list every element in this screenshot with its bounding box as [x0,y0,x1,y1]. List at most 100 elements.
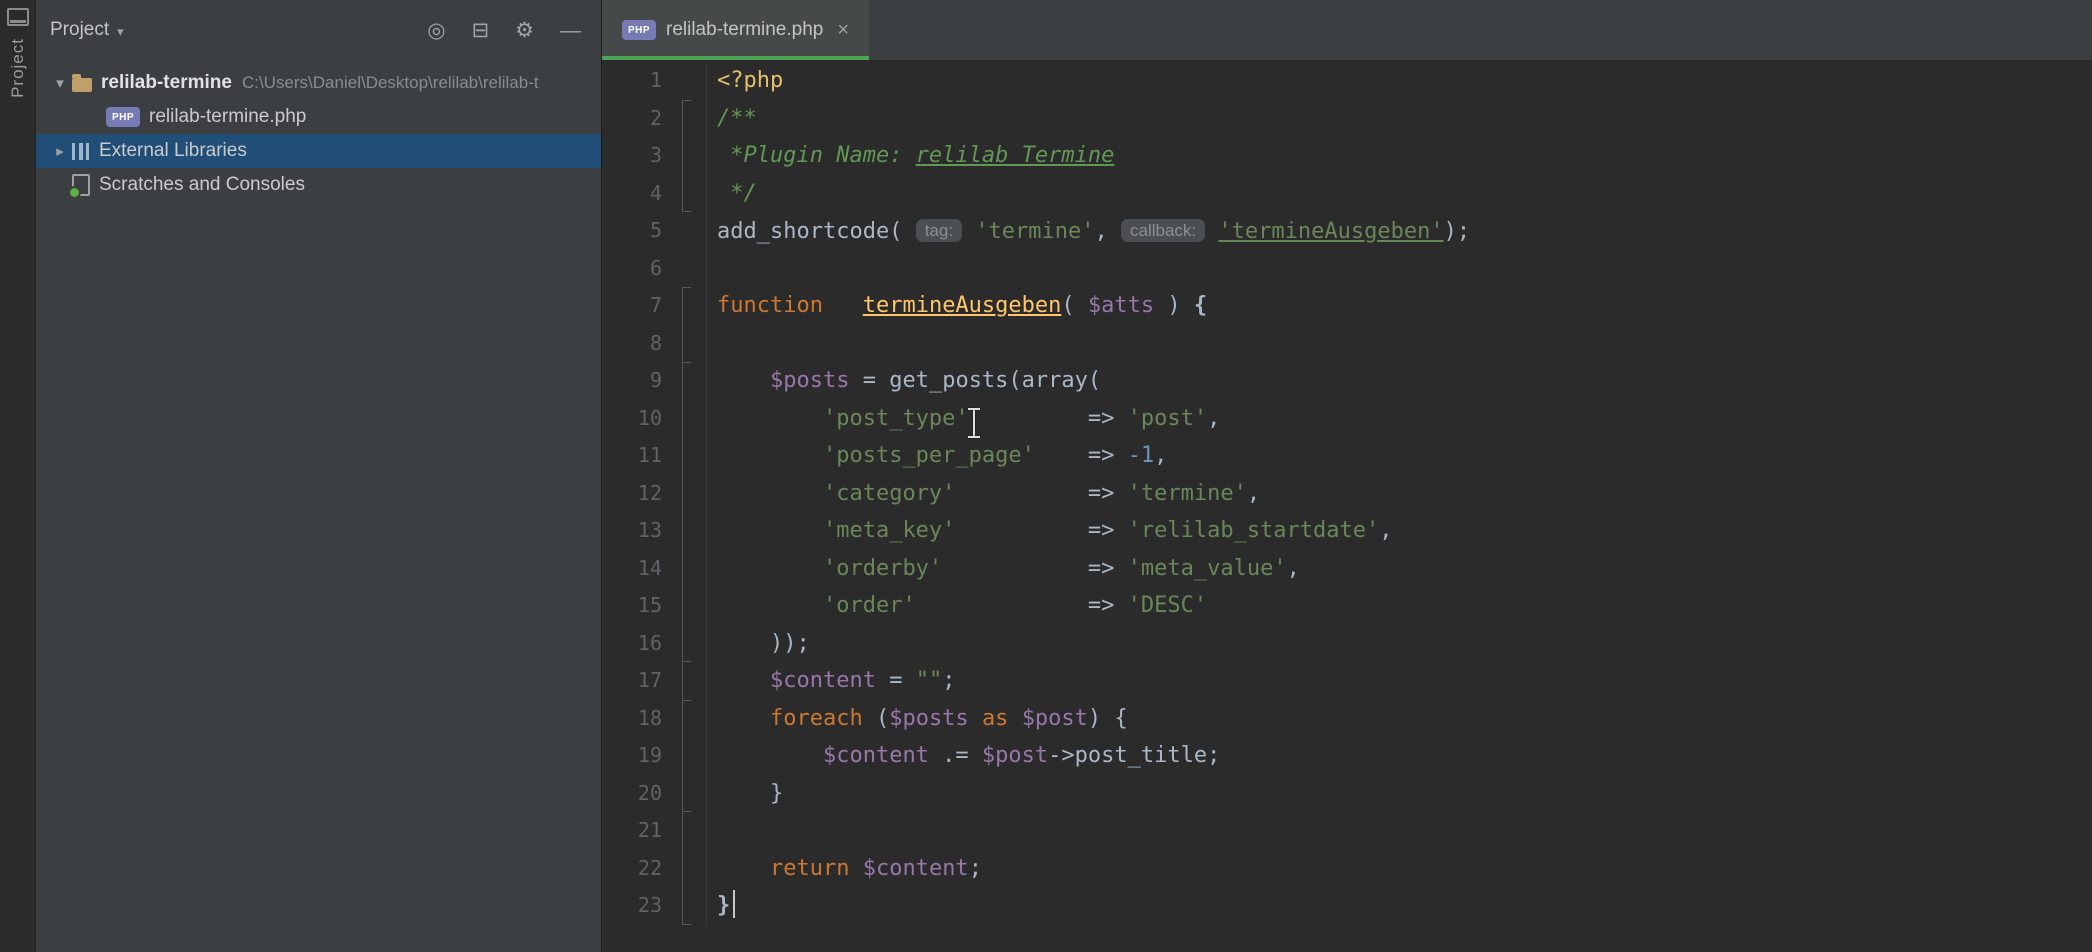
tab-label: relilab-termine.php [666,19,823,41]
line-number: 17 [602,662,662,700]
code-token [717,406,823,431]
project-panel-toolbar: ◎ ⊟ ⚙ — [427,20,581,41]
code-text[interactable] [707,250,717,288]
code-token: , [1379,518,1392,543]
code-token: , [1287,556,1300,581]
fold-marker[interactable] [662,287,707,325]
code-text[interactable]: $posts = get_posts(array( [707,362,1101,400]
tree-item-path: C:\Users\Daniel\Desktop\relilab\relilab-… [242,73,539,93]
tree-item-label: relilab-termine [101,72,232,94]
code-line: 16 )); [602,625,2092,663]
line-number: 19 [602,737,662,775]
code-text[interactable]: )); [707,625,810,663]
fold-marker [662,512,707,550]
fold-marker [662,812,707,850]
code-token: tag: [916,219,962,242]
code-editor[interactable]: 1<?php2/**3 *Plugin Name: relilab Termin… [602,60,2092,952]
code-text[interactable]: *Plugin Name: relilab Termine [707,137,1114,175]
fold-marker[interactable] [662,887,707,925]
code-token: 'termine' [1128,481,1247,506]
code-token [717,668,770,693]
tree-item-relilab-termine[interactable]: ▾ relilab-termine C:\Users\Daniel\Desktop\… [36,66,601,100]
tab-relilab-termine-php[interactable]: PHP relilab-termine.php × [602,0,869,60]
code-token: Plugin Name: [744,143,916,168]
code-text[interactable]: foreach ($posts as $post) { [707,700,1128,738]
line-number: 10 [602,400,662,438]
code-token: => [955,518,1127,543]
code-text[interactable]: 'post_type' => 'post', [707,400,1220,438]
line-number: 12 [602,475,662,513]
line-number: 7 [602,287,662,325]
chevron-down-icon[interactable]: ▾ [48,74,72,92]
code-token: $content [770,668,876,693]
code-token: foreach [770,706,863,731]
code-text[interactable]: 'order' => 'DESC' [707,587,1207,625]
code-text[interactable]: $content = ""; [707,662,955,700]
code-line: 19 $content .= $post->post_title; [602,737,2092,775]
code-text[interactable]: } [707,775,783,813]
tree-item-scratches-and-consoles[interactable]: Scratches and Consoles [36,168,601,202]
fold-marker[interactable] [662,700,707,738]
code-token [717,443,823,468]
code-line: 4 */ [602,175,2092,213]
code-token: , [1095,219,1122,244]
code-text[interactable]: */ [707,175,757,213]
code-token: get_posts(array( [889,368,1101,393]
code-token: 'termineAusgeben' [1218,219,1443,244]
code-token: add_shortcode( [717,219,916,244]
code-text[interactable]: 'meta_key' => 'relilab_startdate', [707,512,1393,550]
code-token: <?php [717,68,783,93]
code-text[interactable]: $content .= $post->post_title; [707,737,1220,775]
code-text[interactable]: 'posts_per_page' => -1, [707,437,1167,475]
tree-item-relilab-termine-php[interactable]: PHPrelilab-termine.php [36,100,601,134]
line-number: 9 [602,362,662,400]
fold-marker[interactable] [662,775,707,813]
code-area: 1<?php2/**3 *Plugin Name: relilab Termin… [602,62,2092,925]
chevron-right-icon[interactable]: ▸ [48,142,72,160]
code-text[interactable]: 'orderby' => 'meta_value', [707,550,1300,588]
code-text[interactable]: 'category' => 'termine', [707,475,1260,513]
chevron-down-icon[interactable]: ▾ [117,24,124,40]
code-token [1205,219,1218,244]
collapse-all-icon[interactable]: ⊟ [472,20,490,41]
code-text[interactable]: } [707,887,735,925]
settings-gear-icon[interactable]: ⚙ [515,20,534,41]
fold-marker [662,587,707,625]
code-token: 'relilab_startdate' [1128,518,1380,543]
code-line: 15 'order' => 'DESC' [602,587,2092,625]
code-token: => [942,556,1127,581]
code-token: ; [942,668,955,693]
project-stripe-button[interactable]: Project [8,38,28,98]
fold-marker[interactable] [662,625,707,663]
code-text[interactable]: function termineAusgeben( $atts ) { [707,287,1207,325]
editor-tab-bar: PHP relilab-termine.php × [602,0,2092,60]
locate-file-icon[interactable]: ◎ [427,20,445,41]
code-line: 14 'orderby' => 'meta_value', [602,550,2092,588]
line-number: 20 [602,775,662,813]
code-line: 12 'category' => 'termine', [602,475,2092,513]
code-text[interactable]: return $content; [707,850,982,888]
tree-item-label: External Libraries [99,140,247,162]
code-text[interactable]: /** [707,100,757,138]
code-text[interactable]: add_shortcode( tag: 'termine', callback:… [707,212,1470,250]
code-line: 18 foreach ($posts as $post) { [602,700,2092,738]
tool-window-icon[interactable] [7,8,29,26]
code-text[interactable] [707,325,717,363]
hide-panel-icon[interactable]: — [560,20,581,41]
project-panel-title[interactable]: Project [50,19,109,41]
code-token [969,706,982,731]
line-number: 15 [602,587,662,625]
fold-marker[interactable] [662,362,707,400]
fold-marker[interactable] [662,175,707,213]
fold-marker [662,662,707,700]
code-text[interactable] [707,812,717,850]
fold-marker[interactable] [662,100,707,138]
tree-item-external-libraries[interactable]: ▸ External Libraries [36,134,601,168]
code-token [717,481,823,506]
close-icon[interactable]: × [837,19,849,42]
project-panel-header: Project ▾ ◎ ⊟ ⚙ — [36,0,601,60]
code-text[interactable]: <?php [707,62,783,100]
code-token: as [982,706,1009,731]
code-token: 'posts_per_page' [823,443,1035,468]
fold-marker [662,137,707,175]
